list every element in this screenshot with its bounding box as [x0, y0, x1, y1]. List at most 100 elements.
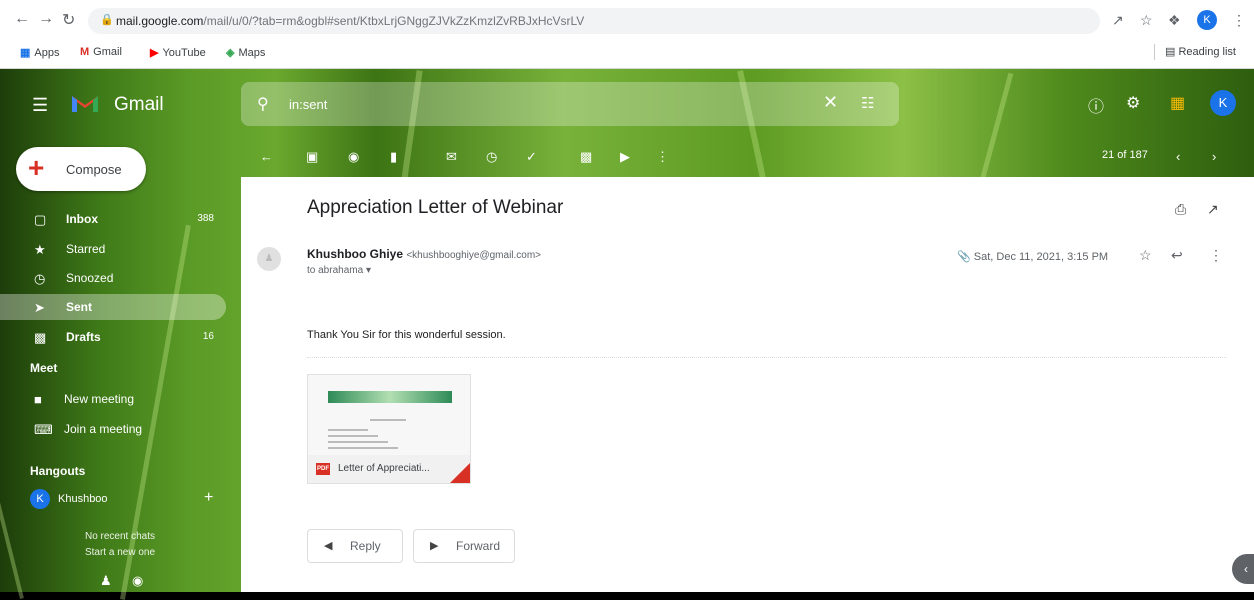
- attachment-preview-line: [328, 447, 398, 449]
- star-email-icon[interactable]: ☆: [1139, 247, 1152, 264]
- gmail-logo-icon[interactable]: [70, 92, 100, 114]
- contacts-icon[interactable]: ♟: [100, 573, 112, 589]
- sidebar-item-inbox[interactable]: ▢ Inbox 388: [0, 206, 226, 232]
- hangouts-user-name: Khushboo: [58, 493, 108, 505]
- search-bar[interactable]: ⚲ in:sent ✕ ☷: [241, 82, 899, 126]
- search-input[interactable]: in:sent: [289, 97, 327, 112]
- add-to-tasks-icon[interactable]: ✓: [526, 149, 537, 165]
- inbox-count: 388: [197, 213, 214, 224]
- older-chevron-icon[interactable]: ›: [1212, 149, 1216, 164]
- print-icon[interactable]: ⎙: [1175, 201, 1186, 218]
- recipient-dropdown[interactable]: to abrahama ▾: [307, 265, 371, 276]
- compose-button[interactable]: + Compose: [16, 147, 146, 191]
- apps-grid-icon: ▦: [20, 47, 31, 59]
- browser-menu-icon[interactable]: ⋮: [1232, 12, 1246, 29]
- reading-list-button[interactable]: ▤ Reading list: [1165, 45, 1236, 58]
- share-icon[interactable]: ↗: [1112, 12, 1124, 29]
- new-meeting-item[interactable]: ■ New meeting: [0, 386, 226, 412]
- snooze-icon[interactable]: ◷: [486, 149, 497, 165]
- hangouts-user[interactable]: K Khushboo +: [30, 489, 226, 511]
- reading-list-label: Reading list: [1178, 46, 1236, 58]
- gmail-title[interactable]: Gmail: [114, 94, 164, 116]
- attachment-preview-line: [328, 441, 388, 443]
- add-chat-icon[interactable]: +: [204, 489, 213, 507]
- google-apps-icon[interactable]: ▦: [1170, 93, 1185, 113]
- attachment-preview-banner: [328, 391, 452, 403]
- more-actions-icon[interactable]: ⋮: [656, 149, 669, 165]
- video-camera-icon: ■: [34, 392, 42, 407]
- reply-icon[interactable]: ↩: [1171, 247, 1183, 264]
- back-icon[interactable]: ←: [14, 10, 30, 28]
- email-date-text: Sat, Dec 11, 2021, 3:15 PM: [973, 251, 1109, 263]
- more-email-actions-icon[interactable]: ⋮: [1209, 247, 1223, 264]
- email-date: 📎 Sat, Dec 11, 2021, 3:15 PM: [957, 250, 1108, 263]
- reading-list-icon: ▤: [1165, 46, 1176, 58]
- report-spam-icon[interactable]: ◉: [348, 149, 359, 165]
- reply-label: Reply: [350, 539, 381, 553]
- search-options-icon[interactable]: ☷: [861, 94, 874, 112]
- drafts-count: 16: [202, 331, 214, 342]
- move-to-icon[interactable]: ▩: [580, 149, 592, 165]
- url-path: /mail/u/0/?tab=rm&ogbl#sent/KtbxLrjGNggZ…: [203, 14, 585, 28]
- help-icon[interactable]: ⓘ: [1088, 93, 1104, 117]
- attachment-preview-line: [328, 435, 378, 437]
- sender-email: <khushbooghiye@gmail.com>: [406, 250, 542, 261]
- bookmark-gmail[interactable]: M Gmail: [80, 46, 122, 58]
- mark-unread-icon[interactable]: ✉: [446, 149, 457, 165]
- start-new-chat-link[interactable]: Start a new one: [70, 545, 170, 561]
- reload-icon[interactable]: ↻: [62, 10, 75, 30]
- join-meeting-label: Join a meeting: [64, 422, 143, 436]
- bookmark-youtube[interactable]: ▶ YouTube: [150, 46, 206, 59]
- hangouts-avatar: K: [30, 489, 50, 509]
- sidebar-item-drafts[interactable]: ▩ Drafts 16: [0, 324, 226, 350]
- settings-gear-icon[interactable]: ⚙: [1126, 93, 1140, 113]
- delete-icon[interactable]: ▮: [390, 149, 397, 165]
- forward-icon[interactable]: →: [38, 10, 54, 28]
- youtube-icon: ▶: [150, 47, 159, 59]
- sidebar-item-label: Inbox: [66, 212, 98, 226]
- no-recent-chats: No recent chats Start a new one: [70, 529, 170, 561]
- address-row: ← → ↻ 🔒 mail.google.com/mail/u/0/?tab=rm…: [0, 8, 1254, 34]
- lock-icon: 🔒: [100, 14, 114, 26]
- gmail-header: ☰ Gmail ⚲ in:sent ✕ ☷ ⓘ ⚙ ▦ K: [0, 69, 1254, 135]
- inbox-icon: ▢: [34, 212, 47, 227]
- bookmark-maps-label: Maps: [238, 47, 266, 59]
- sender-line: Khushboo Ghiye <khushbooghiye@gmail.com>: [307, 247, 541, 261]
- chat-bubble-icon[interactable]: ◉: [132, 573, 143, 589]
- account-avatar[interactable]: K: [1210, 90, 1236, 116]
- send-icon: ➤: [34, 300, 45, 315]
- bookmark-maps[interactable]: ◈ Maps: [226, 46, 265, 59]
- attachment-name: Letter of Appreciati...: [338, 463, 430, 474]
- reply-button[interactable]: ◀ Reply: [307, 529, 403, 563]
- extensions-icon[interactable]: ❖: [1168, 12, 1181, 29]
- sidebar-item-snoozed[interactable]: ◷ Snoozed: [0, 265, 226, 291]
- search-icon[interactable]: ⚲: [257, 94, 269, 114]
- sidebar-item-label: Drafts: [66, 330, 101, 344]
- sidebar-item-starred[interactable]: ★ Starred: [0, 236, 226, 262]
- url-text: mail.google.com/mail/u/0/?tab=rm&ogbl#se…: [116, 14, 584, 28]
- sender-avatar: ♟: [257, 247, 281, 271]
- new-meeting-label: New meeting: [64, 392, 135, 406]
- gmail-app: ☰ Gmail ⚲ in:sent ✕ ☷ ⓘ ⚙ ▦ K + Compose …: [0, 69, 1254, 600]
- back-to-list-icon[interactable]: ←: [260, 149, 273, 164]
- browser-profile-avatar[interactable]: K: [1197, 10, 1217, 30]
- sidebar-item-sent[interactable]: ➤ Sent: [0, 294, 226, 320]
- clear-search-icon[interactable]: ✕: [823, 92, 838, 113]
- main-menu-icon[interactable]: ☰: [32, 95, 48, 116]
- bookmark-star-icon[interactable]: ☆: [1140, 12, 1153, 29]
- newer-chevron-icon[interactable]: ‹: [1176, 149, 1180, 164]
- star-icon: ★: [34, 242, 46, 257]
- address-bar[interactable]: 🔒 mail.google.com/mail/u/0/?tab=rm&ogbl#…: [88, 8, 1100, 34]
- bookmark-apps[interactable]: ▦ Apps: [20, 46, 59, 59]
- label-icon[interactable]: ▶: [620, 149, 630, 165]
- sidebar-item-label: Snoozed: [66, 271, 114, 285]
- attachment-card[interactable]: PDF Letter of Appreciati...: [307, 374, 471, 484]
- side-panel-toggle-icon[interactable]: ‹: [1232, 554, 1254, 584]
- bookmarks-bar: ▦ Apps M Gmail ▶ YouTube ◈ Maps ▤ Reading li…: [0, 40, 1254, 62]
- gmail-icon: M: [80, 46, 90, 58]
- forward-button[interactable]: ▶ Forward: [413, 529, 515, 563]
- open-new-window-icon[interactable]: ↗: [1207, 201, 1219, 218]
- join-meeting-item[interactable]: ⌨ Join a meeting: [0, 416, 226, 442]
- forward-arrow-icon: ▶: [430, 540, 439, 552]
- archive-icon[interactable]: ▣: [306, 149, 318, 165]
